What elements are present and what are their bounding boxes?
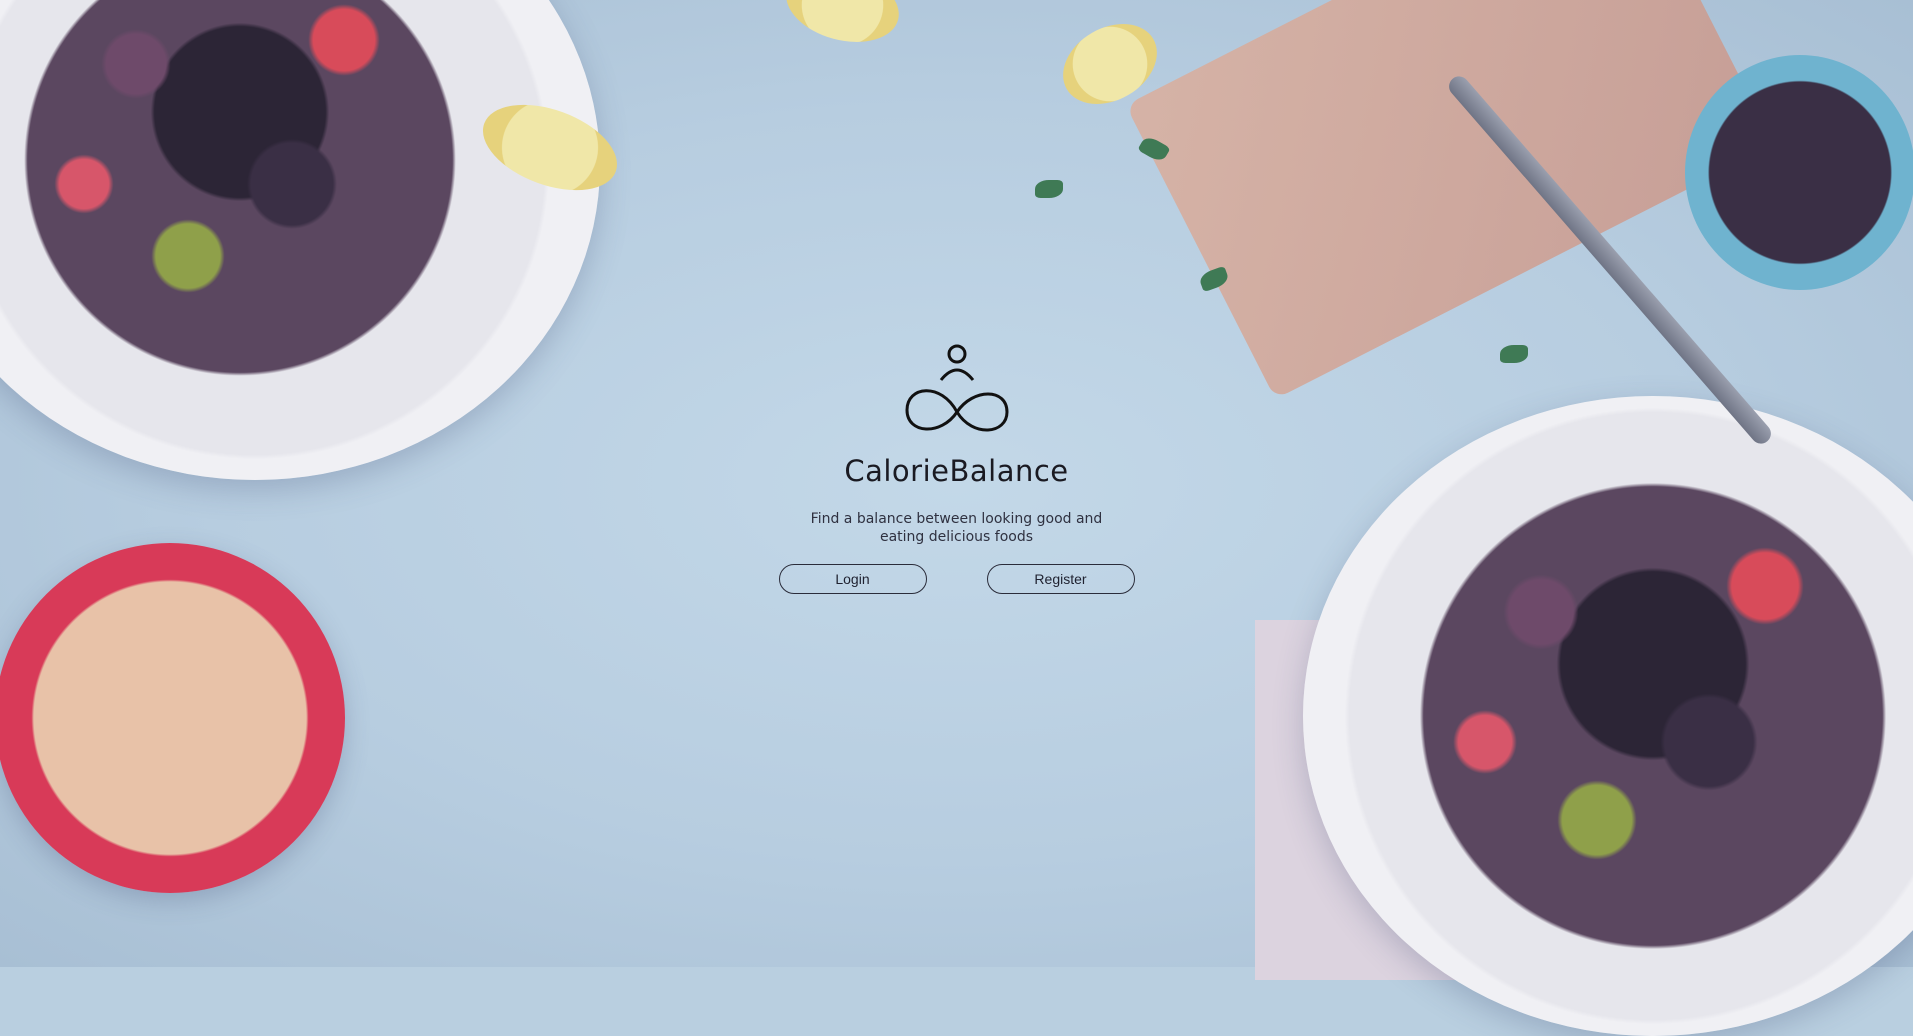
- herb-leaf: [1500, 345, 1528, 363]
- bean-bowl-image: [1685, 55, 1913, 290]
- hero-section: CalorieBalance Find a balance between lo…: [747, 342, 1167, 594]
- app-title: CalorieBalance: [844, 454, 1069, 488]
- register-button[interactable]: Register: [986, 564, 1135, 594]
- auth-buttons: Login Register: [747, 564, 1167, 594]
- meditating-person-infinity-icon: [904, 344, 1009, 432]
- avocado-bowl-image: [0, 543, 345, 893]
- login-button[interactable]: Login: [778, 564, 927, 594]
- herb-leaf: [1035, 180, 1063, 198]
- app-tagline: Find a balance between looking good and …: [810, 511, 1103, 545]
